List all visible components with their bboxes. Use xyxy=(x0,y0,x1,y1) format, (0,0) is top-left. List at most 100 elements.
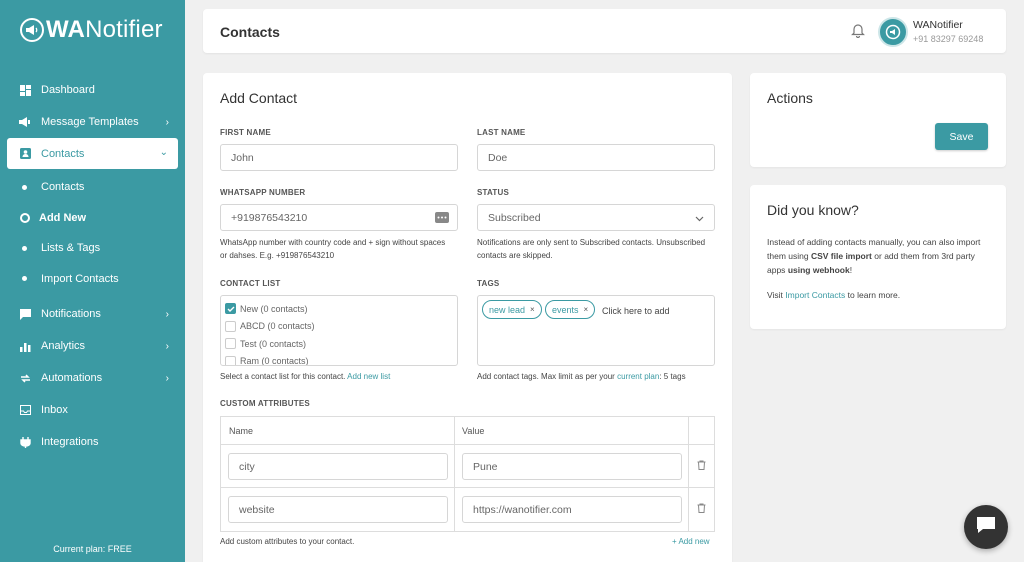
whatsapp-number-label: WHATSAPP NUMBER xyxy=(220,188,306,197)
sidebar-item-label: Notifications xyxy=(41,308,101,320)
sidebar-item-label: Integrations xyxy=(41,436,99,448)
user-name: WANotifier xyxy=(913,19,963,31)
add-new-list-link[interactable]: Add new list xyxy=(347,372,390,381)
attribute-value-field[interactable]: https://wanotifier.com xyxy=(462,496,682,523)
sidebar-subitem-lists-tags[interactable]: Lists & Tags xyxy=(0,233,185,264)
bullet-icon xyxy=(22,245,27,251)
checkbox[interactable] xyxy=(225,338,236,350)
chevron-down-icon xyxy=(695,213,704,225)
current-plan-link[interactable]: current plan xyxy=(617,372,659,381)
sidebar-subitem-add-new[interactable]: Add New xyxy=(0,203,185,234)
tag-chip[interactable]: new lead × xyxy=(482,300,542,319)
divider xyxy=(221,487,714,488)
sync-icon xyxy=(19,372,31,384)
last-name-label: LAST NAME xyxy=(477,128,526,137)
page-title: Contacts xyxy=(220,24,280,40)
contact-list-item[interactable]: New (0 contacts) xyxy=(221,300,457,318)
sidebar-item-dashboard[interactable]: Dashboard xyxy=(0,74,185,106)
top-header: Contacts WANotifier +91 83297 69248 xyxy=(203,9,1006,53)
message-icon xyxy=(19,308,31,320)
user-phone: +91 83297 69248 xyxy=(913,34,984,44)
sidebar-item-label: Inbox xyxy=(41,404,68,416)
attribute-name-field[interactable]: website xyxy=(228,496,448,523)
attribute-value-field[interactable]: Pune xyxy=(462,453,682,480)
chevron-right-icon: › xyxy=(165,373,169,384)
contact-list-item[interactable]: ABCD (0 contacts) xyxy=(221,318,457,336)
tips-paragraph: Visit Import Contacts to learn more. xyxy=(767,288,992,302)
sidebar-item-contacts[interactable]: Contacts ⌄ xyxy=(7,138,178,169)
whatsapp-number-field[interactable]: +919876543210 xyxy=(220,204,458,231)
sidebar-item-automations[interactable]: Automations › xyxy=(0,362,185,394)
attribute-name-field[interactable]: city xyxy=(228,453,448,480)
sidebar-item-inbox[interactable]: Inbox xyxy=(0,394,185,426)
active-ring-icon xyxy=(20,212,30,223)
sidebar-subitem-import-contacts[interactable]: Import Contacts xyxy=(0,264,185,295)
checkbox[interactable] xyxy=(225,355,236,365)
contact-list-item[interactable]: Test (0 contacts) xyxy=(221,335,457,353)
chevron-right-icon: › xyxy=(165,309,169,320)
contact-list-label: CONTACT LIST xyxy=(220,279,281,288)
bell-icon[interactable] xyxy=(851,23,865,43)
dashboard-icon xyxy=(19,84,31,96)
megaphone-icon xyxy=(19,116,31,128)
sidebar-item-label: Message Templates xyxy=(41,116,139,128)
column-header-value: Value xyxy=(462,426,485,436)
tags-help-text: Add contact tags. Max limit as per your xyxy=(477,372,615,381)
avatar[interactable] xyxy=(878,17,908,47)
status-label: STATUS xyxy=(477,188,510,197)
chevron-right-icon: › xyxy=(165,117,169,128)
sidebar-subitem-label: Add New xyxy=(39,211,87,224)
contact-list-item-label: Ram (0 contacts) xyxy=(240,356,309,366)
tags-help: Add contact tags. Max limit as per your … xyxy=(477,370,686,383)
status-select[interactable]: Subscribed xyxy=(477,204,715,231)
sidebar-item-integrations[interactable]: Integrations xyxy=(0,426,185,458)
contact-list-help: Select a contact list for this contact. … xyxy=(220,370,390,383)
first-name-field[interactable]: John xyxy=(220,144,458,171)
keyboard-icon[interactable] xyxy=(435,212,449,223)
sidebar-item-notifications[interactable]: Notifications › xyxy=(0,298,185,330)
close-icon[interactable]: × xyxy=(584,305,589,314)
tag-chip-label: events xyxy=(552,304,579,315)
sidebar-item-analytics[interactable]: Analytics › xyxy=(0,330,185,362)
sidebar-subitem-label: Import Contacts xyxy=(41,272,119,285)
tags-help-suffix: : 5 tags xyxy=(659,372,686,381)
card-title: Did you know? xyxy=(767,202,859,218)
last-name-field[interactable]: Doe xyxy=(477,144,715,171)
custom-attributes-table: Name Value city Pune website https://wan… xyxy=(220,416,715,532)
contact-list-item[interactable]: Ram (0 contacts) xyxy=(221,353,457,366)
sidebar-item-label: Analytics xyxy=(41,340,86,352)
megaphone-logo-icon xyxy=(20,18,44,42)
card-title: Actions xyxy=(767,90,813,106)
checkbox-checked[interactable] xyxy=(225,303,236,315)
tips-text: to learn more. xyxy=(847,290,901,300)
tags-input[interactable]: new lead × events × Click here to add xyxy=(477,295,715,366)
contact-list-box[interactable]: New (0 contacts) ABCD (0 contacts) Test … xyxy=(220,295,458,366)
inbox-icon xyxy=(19,404,31,416)
actions-card: Actions Save xyxy=(750,73,1006,167)
save-button[interactable]: Save xyxy=(935,123,988,150)
add-new-attribute-button[interactable]: + Add new xyxy=(672,535,710,548)
checkbox[interactable] xyxy=(225,320,236,332)
divider xyxy=(454,417,455,531)
custom-attributes-help: Add custom attributes to your contact. xyxy=(220,537,355,546)
whatsapp-help: WhatsApp number with country code and + … xyxy=(220,238,446,260)
sidebar-item-message-templates[interactable]: Message Templates › xyxy=(0,106,185,138)
contact-list-item-label: ABCD (0 contacts) xyxy=(240,321,315,332)
bullet-icon xyxy=(22,184,27,190)
sidebar-subitem-contacts[interactable]: Contacts xyxy=(0,172,185,203)
close-icon[interactable]: × xyxy=(530,305,535,314)
tips-bold-csv: CSV file import xyxy=(810,251,872,261)
trash-icon[interactable] xyxy=(697,500,706,518)
first-name-label: FIRST NAME xyxy=(220,128,271,137)
logo[interactable]: WANotifier xyxy=(20,16,163,44)
chevron-right-icon: › xyxy=(165,341,169,352)
contact-list-help-text: Select a contact list for this contact. xyxy=(220,372,346,381)
status-help: Notifications are only sent to Subscribe… xyxy=(477,238,706,260)
trash-icon[interactable] xyxy=(697,457,706,475)
chat-widget-button[interactable] xyxy=(964,505,1008,549)
plug-icon xyxy=(19,436,31,448)
tag-chip[interactable]: events × xyxy=(545,300,596,319)
import-contacts-link[interactable]: Import Contacts xyxy=(785,290,845,300)
tags-label: TAGS xyxy=(477,279,500,288)
logo-text: WANotifier xyxy=(46,16,163,43)
